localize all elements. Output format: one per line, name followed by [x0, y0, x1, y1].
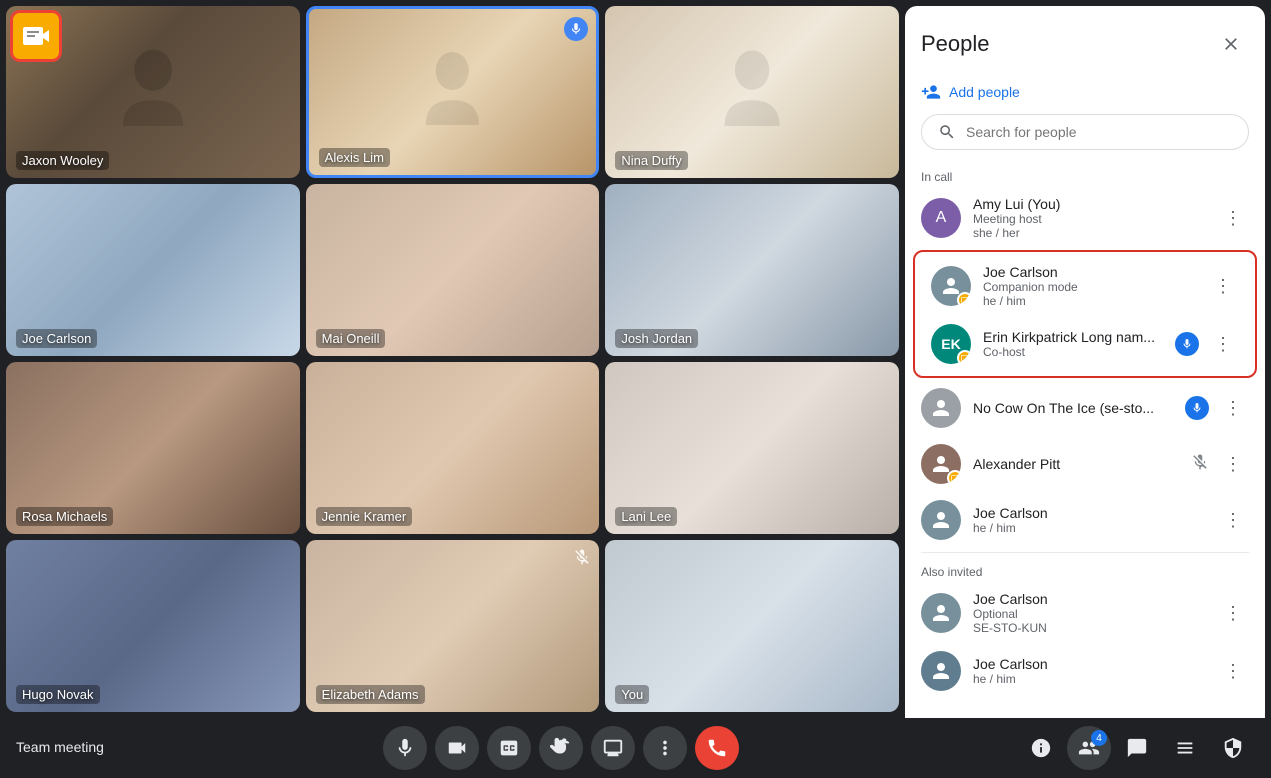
tile-name-mai: Mai Oneill [316, 329, 386, 348]
video-tile-elizabeth[interactable]: Elizabeth Adams [306, 540, 600, 712]
video-tile-jennie[interactable]: Jennie Kramer [306, 362, 600, 534]
raise-hand-button[interactable] [539, 726, 583, 770]
person-item-joe-inv2[interactable]: Joe Carlson he / him ⋮ [905, 643, 1265, 699]
video-tile-alexis[interactable]: Alexis Lim [306, 6, 600, 178]
tile-name-you: You [615, 685, 649, 704]
video-button[interactable] [435, 726, 479, 770]
person-item-nocow[interactable]: No Cow On The Ice (se-sto... ⋮ [905, 380, 1265, 436]
close-panel-button[interactable] [1213, 26, 1249, 62]
person-name-joe-companion: Joe Carlson [983, 264, 1195, 280]
tile-name-nina: Nina Duffy [615, 151, 687, 170]
panel-title: People [921, 31, 990, 57]
person-item-erin[interactable]: EK Erin Kirkpatrick Long nam... Co-host [915, 316, 1255, 372]
person-name-joe2: Joe Carlson [973, 505, 1205, 521]
controls [383, 726, 739, 770]
highlighted-group: Joe Carlson Companion mode he / him ⋮ [913, 250, 1257, 378]
more-btn-joe-companion[interactable]: ⋮ [1207, 270, 1239, 302]
video-tile-josh[interactable]: Josh Jordan [605, 184, 899, 356]
avatar-joe2 [921, 500, 961, 540]
video-tile-nina[interactable]: Nina Duffy [605, 6, 899, 178]
video-tile-lani[interactable]: Lani Lee [605, 362, 899, 534]
person-list[interactable]: In call A Amy Lui (You) Meeting host she… [905, 162, 1265, 718]
video-tile-hugo[interactable]: Hugo Novak [6, 540, 300, 712]
person-item-amy[interactable]: A Amy Lui (You) Meeting host she / her ⋮ [905, 188, 1265, 248]
divider [921, 552, 1249, 553]
tile-name-rosa: Rosa Michaels [16, 507, 113, 526]
info-button[interactable] [1019, 726, 1063, 770]
present-button[interactable] [591, 726, 635, 770]
more-btn-joe-inv1[interactable]: ⋮ [1217, 597, 1249, 629]
in-call-label: In call [905, 162, 1265, 188]
video-tile-rosa[interactable]: Rosa Michaels [6, 362, 300, 534]
meeting-title-container: Team meeting [16, 739, 104, 757]
panel-header: People [905, 6, 1265, 74]
person-sub-amy: Meeting host she / her [973, 212, 1205, 240]
person-name-erin: Erin Kirkpatrick Long nam... [983, 329, 1163, 345]
search-input[interactable] [966, 124, 1232, 140]
bottom-bar: Team meeting [0, 718, 1271, 778]
more-btn-alex[interactable]: ⋮ [1217, 448, 1249, 480]
mic-off-alex [1191, 453, 1209, 476]
video-tile-joe[interactable]: Joe Carlson [6, 184, 300, 356]
also-invited-label: Also invited [905, 557, 1265, 583]
tile-name-jennie: Jennie Kramer [316, 507, 413, 526]
more-btn-joe-inv2[interactable]: ⋮ [1217, 655, 1249, 687]
end-call-button[interactable] [695, 726, 739, 770]
avatar-nocow [921, 388, 961, 428]
app-logo [10, 10, 62, 62]
person-item-alex[interactable]: Alexander Pitt ⋮ [905, 436, 1265, 492]
avatar-joe-companion [931, 266, 971, 306]
right-controls: 4 [1019, 726, 1255, 770]
person-item-joe2[interactable]: Joe Carlson he / him ⋮ [905, 492, 1265, 548]
safety-button[interactable] [1211, 726, 1255, 770]
more-btn-joe2[interactable]: ⋮ [1217, 504, 1249, 536]
avatar-erin: EK [931, 324, 971, 364]
person-name-alex: Alexander Pitt [973, 456, 1179, 472]
more-btn-erin[interactable]: ⋮ [1207, 328, 1239, 360]
avatar-joe-inv2 [921, 651, 961, 691]
add-people-label: Add people [949, 84, 1020, 100]
mic-on-erin [1175, 332, 1199, 356]
chat-button[interactable] [1115, 726, 1159, 770]
tile-mute-elizabeth [573, 548, 591, 571]
avatar-alex [921, 444, 961, 484]
search-box [921, 114, 1249, 150]
mic-on-nocow [1185, 396, 1209, 420]
tile-name-lani: Lani Lee [615, 507, 677, 526]
video-tile-mai[interactable]: Mai Oneill [306, 184, 600, 356]
meeting-title: Team meeting [16, 739, 104, 755]
people-button[interactable]: 4 [1067, 726, 1111, 770]
person-name-joe-inv1: Joe Carlson [973, 591, 1205, 607]
person-name-joe-inv2: Joe Carlson [973, 656, 1205, 672]
tile-name-alexis: Alexis Lim [319, 148, 390, 167]
avatar-joe-inv1 [921, 593, 961, 633]
more-btn-nocow[interactable]: ⋮ [1217, 392, 1249, 424]
people-badge: 4 [1091, 730, 1107, 746]
activities-button[interactable] [1163, 726, 1207, 770]
person-item-joe-companion[interactable]: Joe Carlson Companion mode he / him ⋮ [915, 256, 1255, 316]
avatar-amy: A [921, 198, 961, 238]
tile-name-josh: Josh Jordan [615, 329, 698, 348]
tile-name-hugo: Hugo Novak [16, 685, 100, 704]
tile-name-jaxon: Jaxon Wooley [16, 151, 109, 170]
video-grid: Jaxon Wooley Alexis Lim [0, 0, 905, 718]
more-options-button[interactable] [643, 726, 687, 770]
person-item-joe-inv1[interactable]: Joe Carlson Optional SE-STO-KUN ⋮ [905, 583, 1265, 643]
person-name-amy: Amy Lui (You) [973, 196, 1205, 212]
more-btn-amy[interactable]: ⋮ [1217, 202, 1249, 234]
people-panel: People Add people [905, 6, 1265, 718]
captions-button[interactable] [487, 726, 531, 770]
tile-name-elizabeth: Elizabeth Adams [316, 685, 425, 704]
mic-button[interactable] [383, 726, 427, 770]
add-people-button[interactable]: Add people [905, 74, 1265, 114]
person-name-nocow: No Cow On The Ice (se-sto... [973, 400, 1173, 416]
video-tile-you[interactable]: You [605, 540, 899, 712]
tile-name-joe: Joe Carlson [16, 329, 97, 348]
search-icon [938, 123, 956, 141]
